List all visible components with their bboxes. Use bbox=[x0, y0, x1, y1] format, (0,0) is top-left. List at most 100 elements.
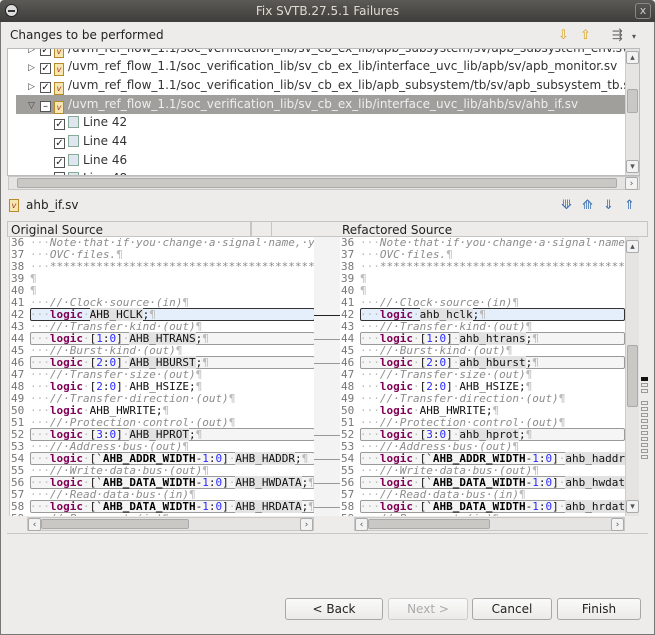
diff-connector bbox=[314, 339, 340, 340]
code-token: ****************************************… bbox=[49, 260, 314, 273]
scroll-right-icon[interactable]: › bbox=[300, 518, 313, 531]
scroll-down-icon[interactable]: ▾ bbox=[626, 160, 639, 173]
code-token: //·Bus·reset·(in) bbox=[50, 512, 163, 517]
code-token: AHB_HADDR bbox=[235, 452, 295, 465]
overview-marker[interactable] bbox=[641, 443, 648, 447]
scroll-thumb[interactable] bbox=[41, 519, 189, 529]
tree-item-label: /uvm_ref_flow_1.1/soc_verification_lib/s… bbox=[68, 78, 637, 92]
filter-menu-icon[interactable]: ⇶ bbox=[612, 29, 623, 43]
overview-marker[interactable] bbox=[641, 383, 648, 387]
editor-vertical-scrollbar[interactable]: ▴ ▾ bbox=[625, 237, 639, 516]
tree-vertical-scrollbar[interactable]: ▴ ▾ bbox=[625, 49, 639, 175]
tree-item-line[interactable]: ✓ Line 42 bbox=[8, 113, 127, 132]
right-horizontal-scrollbar[interactable]: ‹ › bbox=[354, 517, 625, 531]
text-change-icon bbox=[68, 154, 79, 166]
scroll-thumb[interactable] bbox=[368, 519, 490, 529]
tree-item-line[interactable]: Line 48 bbox=[8, 169, 127, 175]
window-menu-icon[interactable] bbox=[5, 4, 18, 17]
previous-difference-icon[interactable]: ⟰ bbox=[582, 199, 593, 213]
checkbox[interactable]: ✓ bbox=[54, 119, 65, 130]
chevron-down-icon[interactable]: ▾ bbox=[632, 30, 636, 44]
right-pane-title: Refactored Source bbox=[272, 221, 648, 237]
checkbox[interactable]: ✓ bbox=[54, 138, 65, 149]
scroll-right-icon[interactable]: › bbox=[625, 177, 638, 190]
scroll-left-icon[interactable]: ‹ bbox=[28, 518, 41, 531]
overview-marker[interactable] bbox=[641, 413, 648, 417]
code-token: ] bbox=[552, 476, 559, 489]
overview-marker[interactable] bbox=[641, 449, 648, 453]
code-token: ****************************************… bbox=[379, 260, 625, 273]
compare-file-name: ahb_if.sv bbox=[26, 198, 79, 212]
code-token: ] bbox=[222, 500, 229, 513]
changes-tree[interactable]: ▷ ✓ v/uvm_ref_flow_1.1/soc_verification_li… bbox=[7, 48, 640, 176]
code-line: 38 ···***********************************… bbox=[340, 261, 625, 273]
next-button[interactable]: Next > bbox=[388, 598, 468, 620]
scroll-up-icon[interactable]: ▴ bbox=[626, 240, 639, 253]
overview-marker[interactable] bbox=[641, 401, 648, 405]
left-pane-title: Original Source bbox=[7, 221, 251, 237]
tree-item-label: Line 46 bbox=[83, 153, 128, 167]
text-change-icon bbox=[68, 116, 79, 128]
scroll-up-icon[interactable]: ▴ bbox=[626, 51, 639, 64]
code-token: ¶ bbox=[558, 392, 566, 405]
finish-button[interactable]: Finish bbox=[557, 598, 641, 620]
overview-marker[interactable] bbox=[641, 455, 648, 459]
left-horizontal-scrollbar[interactable]: ‹ › bbox=[27, 517, 314, 531]
tree-horizontal-scrollbar[interactable]: › bbox=[8, 176, 640, 190]
checkbox[interactable]: ✓ bbox=[40, 63, 51, 74]
overview-marker[interactable] bbox=[641, 419, 648, 423]
scroll-down-icon[interactable]: ▾ bbox=[626, 500, 639, 513]
cancel-button[interactable]: Cancel bbox=[472, 598, 552, 620]
scroll-left-icon[interactable]: ‹ bbox=[355, 518, 368, 531]
tree-item-file[interactable]: ▽ – v/uvm_ref_flow_1.1/soc_verification_li… bbox=[16, 95, 626, 114]
tree-item-label: /uvm_ref_flow_1.1/soc_verification_lib/s… bbox=[68, 48, 630, 55]
code-token: ahb_hwdata bbox=[565, 476, 625, 489]
back-button[interactable]: < Back bbox=[285, 598, 383, 620]
sv-file-icon: v bbox=[54, 82, 64, 95]
tree-item-line[interactable]: ✓ Line 44 bbox=[8, 132, 127, 151]
code-token: ] bbox=[552, 452, 559, 465]
previous-change-icon[interactable]: ⇑ bbox=[624, 199, 635, 213]
checkbox[interactable]: ✓ bbox=[40, 82, 51, 93]
tree-item-file[interactable]: ▷ ✓ v/uvm_ref_flow_1.1/soc_verification_li… bbox=[8, 57, 617, 76]
close-button[interactable]: x bbox=[635, 3, 651, 19]
scroll-thumb[interactable] bbox=[17, 178, 617, 188]
checkbox[interactable]: ✓ bbox=[40, 49, 51, 56]
tree-item-file[interactable]: ▷ ✓ v/uvm_ref_flow_1.1/soc_verification_li… bbox=[8, 76, 637, 95]
arrow-up-icon[interactable]: ⇧ bbox=[580, 29, 591, 43]
code-token: ¶ bbox=[228, 392, 236, 405]
scroll-thumb[interactable] bbox=[627, 345, 638, 407]
overview-ruler[interactable] bbox=[640, 237, 650, 516]
scroll-right-icon[interactable]: › bbox=[611, 518, 624, 531]
overview-marker[interactable] bbox=[641, 425, 648, 429]
code-token: 1 bbox=[532, 476, 539, 489]
checkbox[interactable]: ✓ bbox=[54, 157, 65, 168]
overview-marker[interactable] bbox=[641, 437, 648, 441]
code-token: ; bbox=[294, 452, 302, 465]
overview-marker[interactable] bbox=[641, 407, 648, 411]
scroll-thumb[interactable] bbox=[627, 89, 638, 113]
window-title: Fix SVTB.27.5.1 Failures bbox=[255, 4, 400, 18]
checkbox[interactable]: – bbox=[40, 101, 51, 112]
overview-marker[interactable] bbox=[641, 377, 648, 381]
original-source-editor[interactable]: 36 ···Note·that·if·you·change·a·signal·na… bbox=[9, 237, 314, 516]
code-token: ] bbox=[222, 452, 229, 465]
code-token: ahb_hrdata bbox=[565, 500, 625, 513]
code-token: ¶ bbox=[492, 512, 499, 517]
overview-marker[interactable] bbox=[641, 431, 648, 435]
code-line: 59···//·Bus·reset·(in)¶ bbox=[10, 512, 314, 517]
sv-file-icon: v bbox=[54, 63, 64, 76]
next-change-icon[interactable]: ⇓ bbox=[603, 199, 614, 213]
code-token: 1 bbox=[202, 476, 209, 489]
tree-item-line[interactable]: ✓ Line 46 bbox=[8, 151, 127, 170]
code-token: 1 bbox=[532, 500, 539, 513]
diff-connector bbox=[314, 483, 340, 484]
code-token: ¶ bbox=[202, 356, 209, 369]
next-difference-icon[interactable]: ⟱ bbox=[561, 199, 572, 213]
code-token: ahb_haddr bbox=[565, 452, 625, 465]
refactored-source-editor[interactable]: 36 ···Note·that·if·you·change·a·signal·na… bbox=[340, 237, 625, 516]
arrow-down-icon[interactable]: ⇩ bbox=[558, 29, 569, 43]
code-token: ··· bbox=[30, 512, 50, 517]
text-change-icon bbox=[68, 135, 79, 147]
overview-marker[interactable] bbox=[641, 389, 648, 393]
